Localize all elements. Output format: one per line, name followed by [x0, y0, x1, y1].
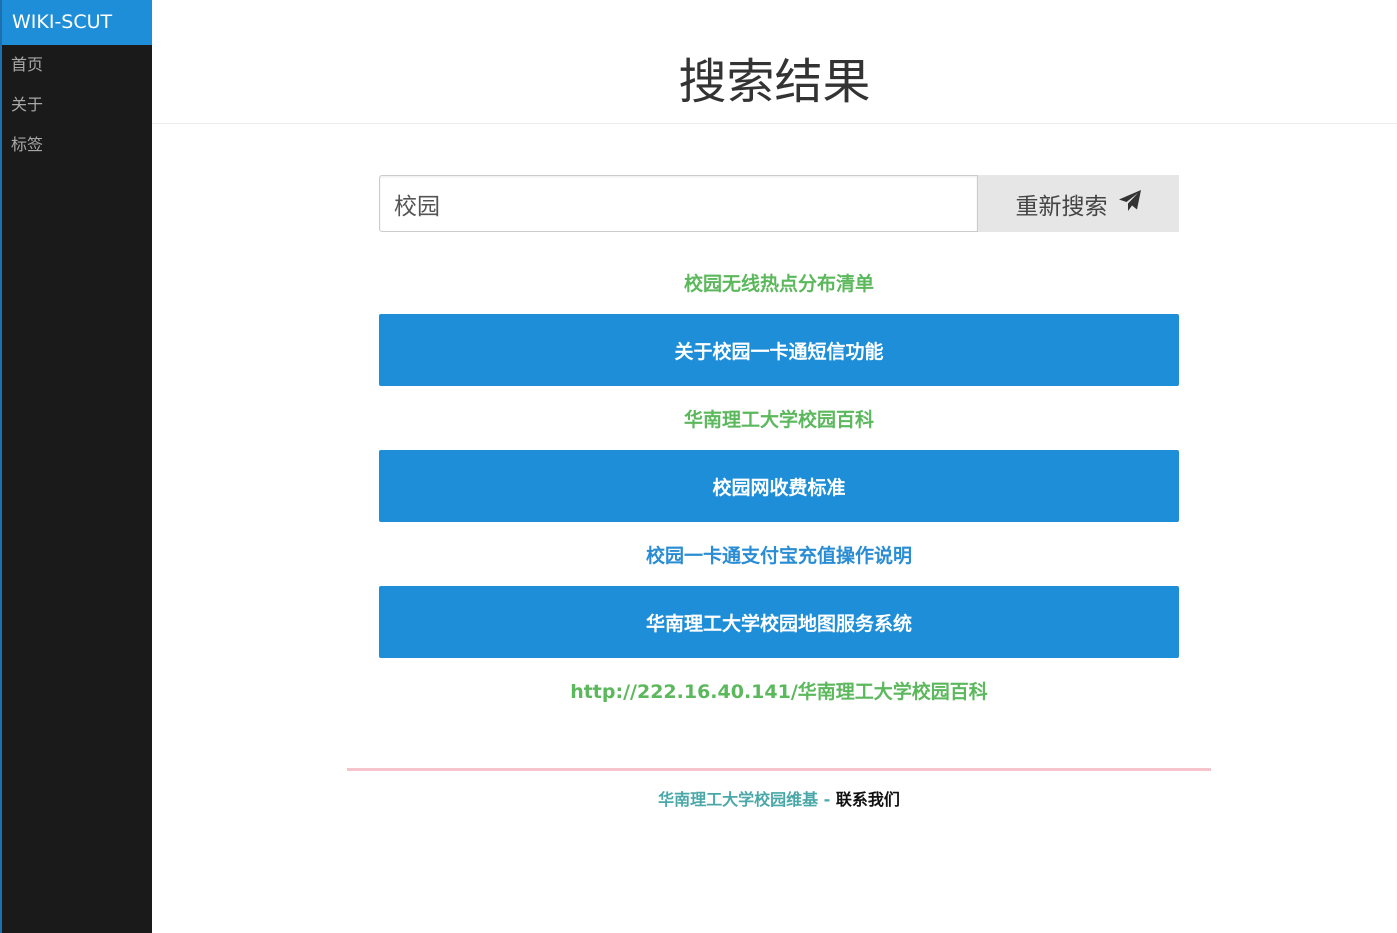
result-link[interactable]: 校园网收费标准 — [379, 450, 1179, 522]
result-link[interactable]: http://222.16.40.141/华南理工大学校园百科 — [379, 658, 1179, 722]
search-input[interactable] — [379, 175, 978, 232]
sidebar-item-about[interactable]: 关于 — [2, 85, 152, 125]
search-results: 校园无线热点分布清单 关于校园一卡通短信功能 华南理工大学校园百科 校园网收费标准 校园… — [379, 250, 1179, 722]
footer-site-link[interactable]: 华南理工大学校园维基 — [658, 790, 818, 809]
footer-divider — [347, 768, 1211, 771]
page-header: 搜索结果 — [152, 0, 1397, 124]
result-link[interactable]: 校园无线热点分布清单 — [379, 250, 1179, 314]
result-link[interactable]: 校园一卡通支付宝充值操作说明 — [379, 522, 1179, 586]
sidebar-item-home[interactable]: 首页 — [2, 45, 152, 85]
sidebar: WIKI-SCUT 首页 关于 标签 — [0, 0, 152, 933]
research-button-label: 重新搜索 — [1015, 193, 1108, 220]
search-bar: 重新搜索 — [379, 175, 1179, 232]
footer-contact-link[interactable]: 联系我们 — [836, 790, 900, 809]
paper-plane-icon — [1118, 189, 1142, 219]
result-link[interactable]: 关于校园一卡通短信功能 — [379, 314, 1179, 386]
sidebar-item-tags[interactable]: 标签 — [2, 125, 152, 165]
footer-separator: - — [823, 790, 831, 809]
brand-logo[interactable]: WIKI-SCUT — [2, 0, 152, 45]
footer: 华南理工大学校园维基 - 联系我们 — [347, 786, 1211, 810]
result-link[interactable]: 华南理工大学校园地图服务系统 — [379, 586, 1179, 658]
page-title: 搜索结果 — [678, 54, 871, 110]
result-link[interactable]: 华南理工大学校园百科 — [379, 386, 1179, 450]
research-button[interactable]: 重新搜索 — [978, 175, 1179, 232]
